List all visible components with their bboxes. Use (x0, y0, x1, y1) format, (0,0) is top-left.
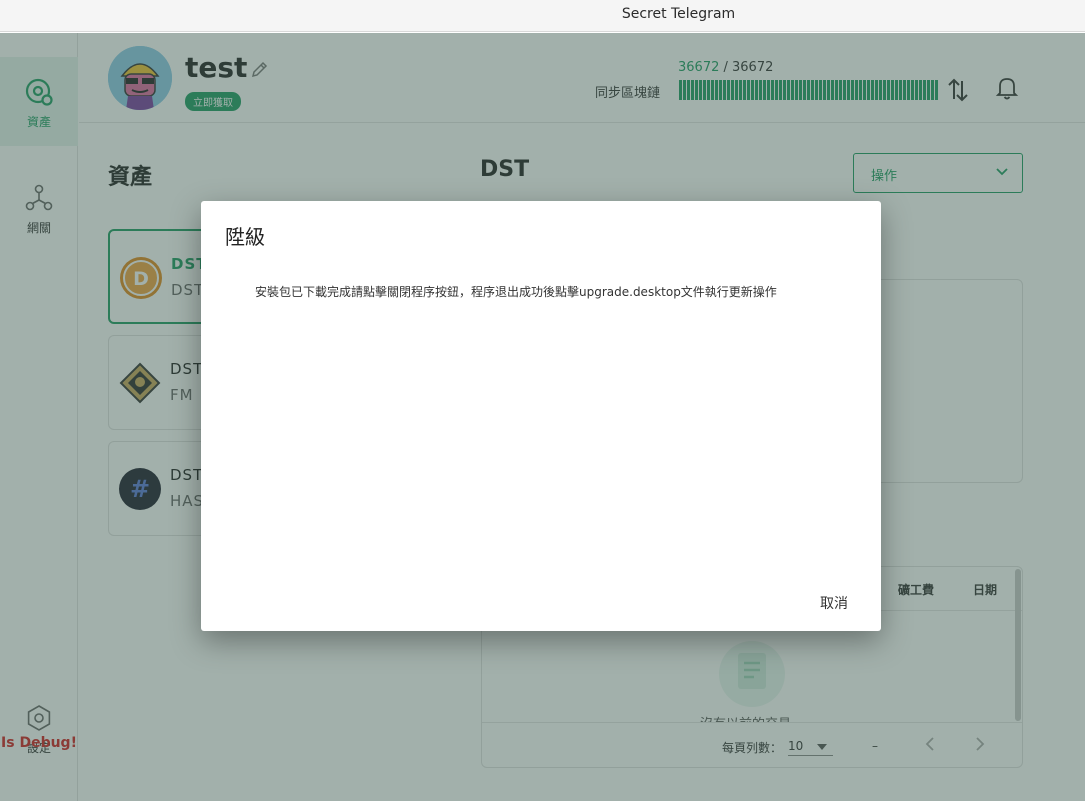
dialog-message: 安裝包已下載完成請點擊關閉程序按鈕，程序退出成功後點擊upgrade.deskt… (255, 285, 777, 299)
window-title: Secret Telegram (621, 6, 736, 22)
upgrade-dialog: 陞級 安裝包已下載完成請點擊關閉程序按鈕，程序退出成功後點擊upgrade.de… (201, 201, 881, 631)
window-titlebar: Secret Telegram (0, 0, 1085, 32)
cancel-button[interactable]: 取消 (805, 589, 863, 617)
dialog-title: 陞級 (225, 225, 265, 249)
